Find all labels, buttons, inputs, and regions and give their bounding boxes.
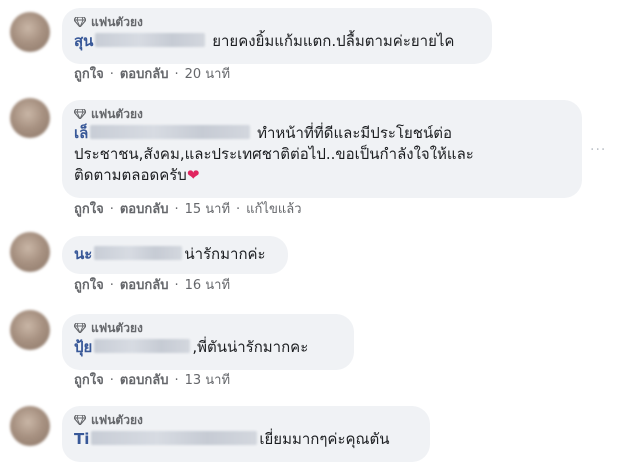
reply-link[interactable]: ตอบกลับ: [120, 277, 169, 295]
diamond-icon: [74, 323, 86, 333]
redacted-name: [90, 125, 251, 139]
separator-dot: ·: [109, 67, 114, 82]
commenter-name[interactable]: ปุ้ย: [74, 338, 192, 356]
separator-dot: ·: [236, 202, 241, 217]
separator-dot: ·: [174, 202, 179, 217]
reply-link[interactable]: ตอบกลับ: [120, 66, 169, 84]
comment-text: น่ารักมากค่ะ: [184, 245, 266, 263]
redacted-name: [94, 339, 191, 353]
diamond-icon: [74, 415, 86, 425]
comment-actions: ถูกใจ · ตอบกลับ · 20 นาที: [74, 66, 230, 84]
commenter-name-visible: นะ: [74, 245, 93, 263]
top-fan-badge: แฟนตัวยง: [74, 106, 570, 122]
commenter-name-visible: สุน: [74, 32, 94, 50]
comment-bubble: นะ น่ารักมากค่ะ: [62, 236, 288, 274]
avatar[interactable]: [10, 232, 50, 272]
separator-dot: ·: [109, 202, 114, 217]
timestamp[interactable]: 13 นาที: [185, 372, 230, 390]
commenter-name[interactable]: เล็: [74, 124, 252, 142]
comment-bubble: แฟนตัวยง สุน ยายคงยิ้มแก้มแตก.ปลื้มตามค่…: [62, 8, 492, 64]
redacted-name: [95, 33, 206, 47]
like-link[interactable]: ถูกใจ: [74, 372, 104, 390]
commenter-name-visible: ปุ้ย: [74, 338, 93, 356]
reply-link[interactable]: ตอบกลับ: [120, 372, 169, 390]
heart-emoji: ❤: [186, 166, 200, 184]
diamond-icon: [74, 109, 86, 119]
top-fan-badge: แฟนตัวยง: [74, 412, 418, 428]
commenter-name[interactable]: Ti: [74, 430, 259, 448]
separator-dot: ·: [174, 278, 179, 293]
timestamp[interactable]: 15 นาที: [185, 201, 230, 219]
avatar[interactable]: [10, 12, 50, 52]
diamond-icon: [74, 17, 86, 27]
comment-actions: ถูกใจ · ตอบกลับ · 16 นาที: [74, 277, 230, 295]
comment-actions: ถูกใจ · ตอบกลับ · 13 นาที: [74, 372, 230, 390]
comment-text: ,พี่ตันน่ารักมากคะ: [192, 338, 309, 356]
commenter-name[interactable]: สุน: [74, 32, 207, 50]
comment-actions: ถูกใจ · ตอบกลับ · 15 นาที · แก้ไขแล้ว: [74, 201, 302, 219]
avatar[interactable]: [10, 406, 50, 446]
commenter-name[interactable]: นะ: [74, 245, 184, 263]
comment-text: เยี่ยมมากๆค่ะคุณตัน: [259, 430, 390, 448]
badge-label: แฟนตัวยง: [91, 413, 143, 427]
avatar[interactable]: [10, 98, 50, 138]
top-fan-badge: แฟนตัวยง: [74, 320, 342, 336]
separator-dot: ·: [109, 373, 114, 388]
like-link[interactable]: ถูกใจ: [74, 201, 104, 219]
more-options-icon[interactable]: ···: [590, 142, 606, 158]
avatar[interactable]: [10, 310, 50, 350]
comment-text-line-2: ประชาชน,สังคม,และประเทศชาติต่อไป..ขอเป็น…: [74, 145, 474, 163]
reply-link[interactable]: ตอบกลับ: [120, 201, 169, 219]
comment-text-line-1: ทำหน้าที่ที่ดีและมีประโยชน์ต่อ: [257, 124, 452, 142]
comment-bubble: แฟนตัวยง ปุ้ย ,พี่ตันน่ารักมากคะ: [62, 314, 354, 370]
like-link[interactable]: ถูกใจ: [74, 277, 104, 295]
separator-dot: ·: [109, 278, 114, 293]
commenter-name-visible: เล็: [74, 124, 89, 142]
badge-label: แฟนตัวยง: [91, 107, 143, 121]
comment-text: ยายคงยิ้มแก้มแตก.ปลื้มตามค่ะยายไค: [212, 32, 455, 50]
separator-dot: ·: [174, 67, 179, 82]
redacted-name: [91, 431, 258, 445]
timestamp[interactable]: 20 นาที: [185, 66, 230, 84]
comment-text-line-3: ติดตามตลอดครับ❤: [74, 165, 570, 186]
separator-dot: ·: [174, 373, 179, 388]
top-fan-badge: แฟนตัวยง: [74, 14, 480, 30]
commenter-name-visible: Ti: [74, 430, 90, 448]
badge-label: แฟนตัวยง: [91, 321, 143, 335]
comment-bubble: แฟนตัวยง เล็ ทำหน้าที่ที่ดีและมีประโยชน์…: [62, 100, 582, 198]
timestamp[interactable]: 16 นาที: [185, 277, 230, 295]
comment-text-line-3-text: ติดตามตลอดครับ: [74, 166, 187, 184]
edited-link[interactable]: แก้ไขแล้ว: [246, 201, 301, 219]
comment-bubble: แฟนตัวยง Ti เยี่ยมมากๆค่ะคุณตัน: [62, 406, 430, 462]
like-link[interactable]: ถูกใจ: [74, 66, 104, 84]
badge-label: แฟนตัวยง: [91, 15, 143, 29]
redacted-name: [94, 246, 183, 260]
